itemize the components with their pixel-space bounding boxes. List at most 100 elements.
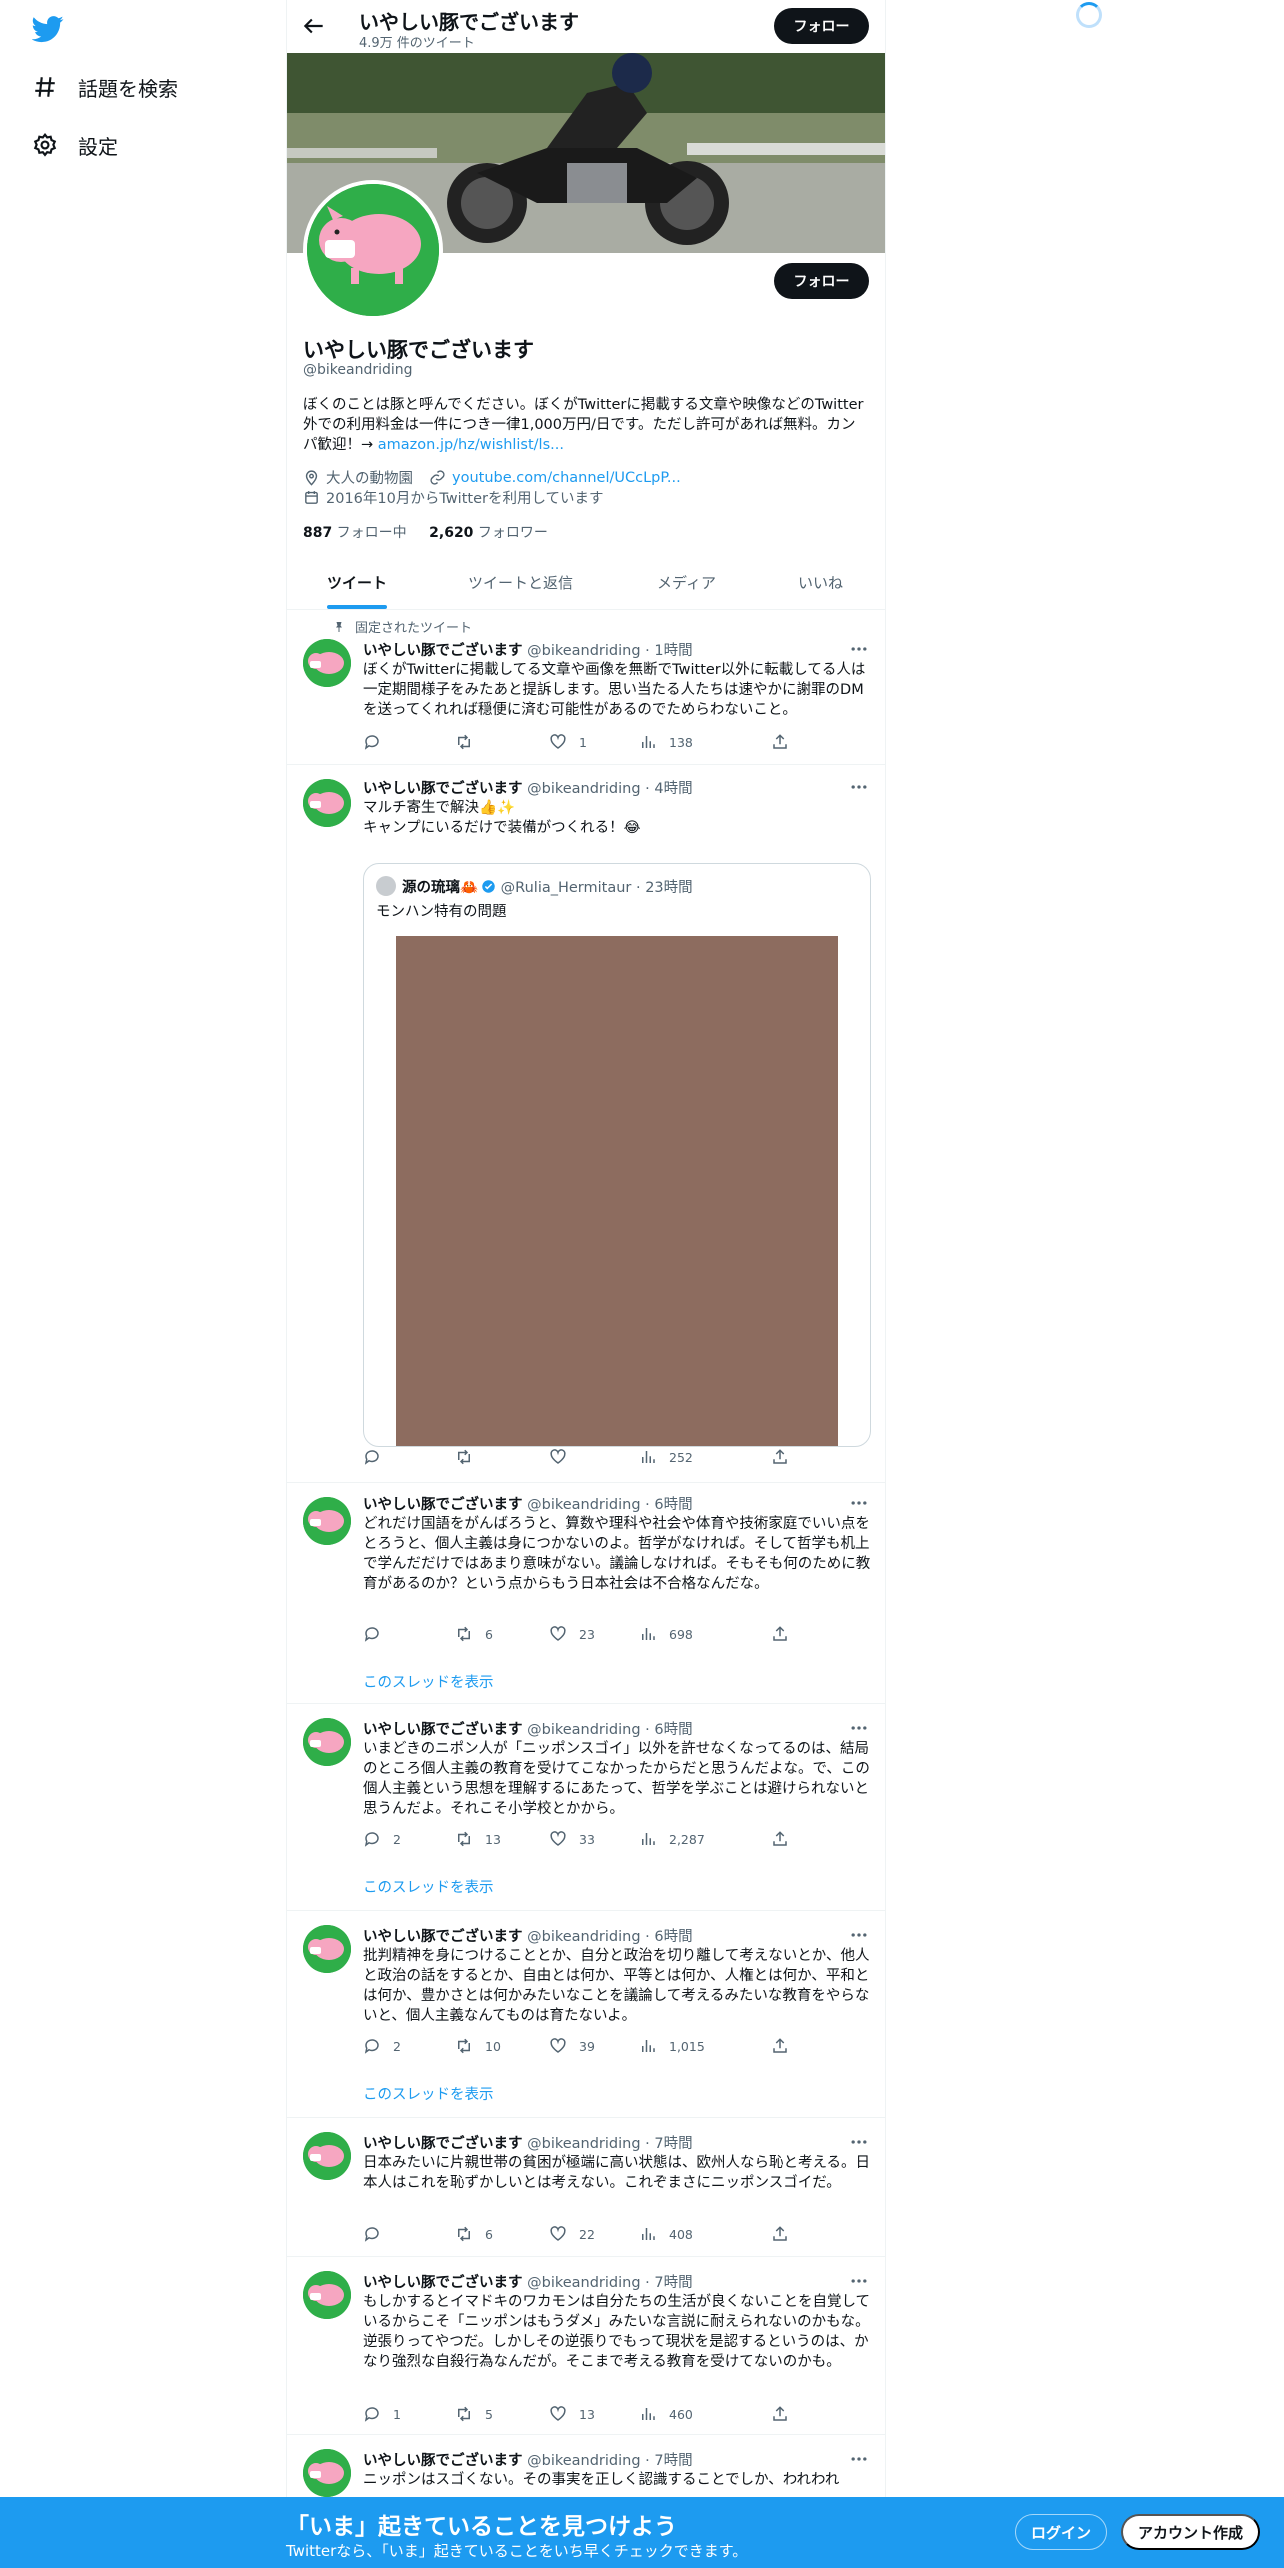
more-options-icon[interactable] xyxy=(849,777,869,797)
retweet-button[interactable] xyxy=(455,733,485,751)
quoted-text: モンハン特有の問題 xyxy=(376,904,507,920)
tweet-item[interactable]: 固定されたツイート いやしい豚でございます @bikeandriding · 1… xyxy=(287,611,885,765)
heart-icon xyxy=(550,734,566,749)
tweet-avatar[interactable] xyxy=(303,1925,351,1973)
tweet-item[interactable]: いやしい豚でございます @bikeandriding · 6時間 いまどきのニポ… xyxy=(287,1704,885,1911)
like-button[interactable] xyxy=(549,1448,579,1466)
views-button[interactable]: 1,015 xyxy=(639,2037,705,2055)
tweet-avatar[interactable] xyxy=(303,1718,351,1766)
like-button[interactable]: 33 xyxy=(549,1830,595,1848)
reply-button[interactable] xyxy=(363,1625,393,1643)
more-options-icon[interactable] xyxy=(849,639,869,659)
more-options-icon[interactable] xyxy=(849,2449,869,2469)
profile-follow-button[interactable]: フォロー xyxy=(774,263,869,299)
share-button[interactable] xyxy=(771,2225,789,2243)
tab-tweets-replies[interactable]: ツイートと返信 xyxy=(468,555,573,610)
like-button[interactable]: 1 xyxy=(549,733,587,751)
more-options-icon[interactable] xyxy=(849,1925,869,1945)
tweet-author-name[interactable]: いやしい豚でございます xyxy=(363,2136,523,2152)
profile-url[interactable]: youtube.com/channel/UCcLpP... xyxy=(452,470,681,486)
tab-tweets[interactable]: ツイート xyxy=(327,555,387,610)
nav-explore[interactable]: 話題を検索 xyxy=(32,67,178,107)
more-options-icon[interactable] xyxy=(849,2132,869,2152)
views-button[interactable]: 408 xyxy=(639,2225,693,2243)
views-button[interactable]: 138 xyxy=(639,733,693,751)
retweet-button[interactable]: 6 xyxy=(455,1625,493,1643)
tweet-text: どれだけ国語をがんばろうと、算数や理科や社会や体育や技術家庭でいい点をとろうと、… xyxy=(363,1516,871,1592)
reply-button[interactable]: 1 xyxy=(363,2405,401,2423)
tweet-avatar[interactable] xyxy=(303,2449,351,2497)
more-options-icon[interactable] xyxy=(849,1493,869,1513)
profile-name: いやしい豚でございます xyxy=(303,338,534,362)
tweet-actions: 6 22 408 xyxy=(363,2225,793,2245)
retweet-button[interactable]: 13 xyxy=(455,1830,501,1848)
retweet-button[interactable] xyxy=(455,1448,485,1466)
signup-button[interactable]: アカウント作成 xyxy=(1121,2514,1260,2550)
share-button[interactable] xyxy=(771,1625,789,1643)
tweet-author-name[interactable]: いやしい豚でございます xyxy=(363,1497,523,1513)
following-count: 887 xyxy=(303,525,333,541)
show-thread-link[interactable]: このスレッドを表示 xyxy=(363,1876,494,1897)
like-button[interactable]: 23 xyxy=(549,1625,595,1643)
tweet-item[interactable]: いやしい豚でございます @bikeandriding · 7時間 日本みたいに片… xyxy=(287,2118,885,2257)
tweet-avatar[interactable] xyxy=(303,779,351,827)
more-options-icon[interactable] xyxy=(849,1718,869,1738)
like-button[interactable]: 39 xyxy=(549,2037,595,2055)
tweet-author-name[interactable]: いやしい豚でございます xyxy=(363,781,523,797)
tweet-item[interactable]: いやしい豚でございます @bikeandriding · 6時間 どれだけ国語を… xyxy=(287,1483,885,1704)
reply-button[interactable]: 2 xyxy=(363,2037,401,2055)
quoted-tweet[interactable]: 源の琉璃🦀 @Rulia_Hermitaur · 23時間 モンハン特有の問題 xyxy=(363,863,871,1447)
tweet-author-name[interactable]: いやしい豚でございます xyxy=(363,1929,523,1945)
tweet-item[interactable]: いやしい豚でございます @bikeandriding · 7時間 ニッポンはスゴ… xyxy=(287,2435,885,2497)
twitter-bird-icon[interactable] xyxy=(32,13,64,45)
share-button[interactable] xyxy=(771,1830,789,1848)
show-thread-link[interactable]: このスレッドを表示 xyxy=(363,1671,494,1692)
tweet-avatar[interactable] xyxy=(303,2271,351,2319)
tweet-author-name[interactable]: いやしい豚でございます xyxy=(363,643,523,659)
tweet-item[interactable]: いやしい豚でございます @bikeandriding · 7時間 もしかするとイ… xyxy=(287,2257,885,2435)
reply-button[interactable] xyxy=(363,733,393,751)
views-button[interactable]: 460 xyxy=(639,2405,693,2423)
views-button[interactable]: 2,287 xyxy=(639,1830,705,1848)
tweet-item[interactable]: いやしい豚でございます @bikeandriding · 6時間 批判精神を身に… xyxy=(287,1911,885,2118)
retweet-button[interactable]: 5 xyxy=(455,2405,493,2423)
reply-button[interactable] xyxy=(363,1448,393,1466)
views-button[interactable]: 698 xyxy=(639,1625,693,1643)
tweet-text: 日本みたいに片親世帯の貧困が極端に高い状態は、欧州人なら恥と考える。日本人はこれ… xyxy=(363,2155,871,2191)
tweet-avatar[interactable] xyxy=(303,2132,351,2180)
following-link[interactable]: 887 フォロー中 xyxy=(303,525,407,541)
tweet-handle-time: @bikeandriding · 6時間 xyxy=(522,1929,693,1945)
tweet-avatar[interactable] xyxy=(303,1497,351,1545)
profile-bio-link[interactable]: amazon.jp/hz/wishlist/ls... xyxy=(378,437,564,453)
header-follow-button[interactable]: フォロー xyxy=(774,8,869,44)
pig-avatar-icon xyxy=(303,639,351,687)
share-button[interactable] xyxy=(771,733,789,751)
more-options-icon[interactable] xyxy=(849,2271,869,2291)
tweet-item[interactable]: いやしい豚でございます @bikeandriding · 4時間 マルチ寄生で解… xyxy=(287,765,885,1483)
tweet-author-name[interactable]: いやしい豚でございます xyxy=(363,2275,523,2291)
nav-settings[interactable]: 設定 xyxy=(32,125,118,165)
tab-media[interactable]: メディア xyxy=(657,555,716,610)
profile-avatar[interactable] xyxy=(303,180,443,320)
reply-button[interactable]: 2 xyxy=(363,1830,401,1848)
retweet-button[interactable]: 6 xyxy=(455,2225,493,2243)
share-button[interactable] xyxy=(771,1448,789,1466)
like-button[interactable]: 13 xyxy=(549,2405,595,2423)
profile-joined: 2016年10月からTwitterを利用しています xyxy=(326,491,604,507)
share-button[interactable] xyxy=(771,2405,789,2423)
quoted-media-image[interactable] xyxy=(396,936,838,1446)
tab-likes[interactable]: いいね xyxy=(798,555,843,610)
share-button[interactable] xyxy=(771,2037,789,2055)
followers-link[interactable]: 2,620 フォロワー xyxy=(429,525,548,541)
tweet-text: もしかするとイマドキのワカモンは自分たちの生活が良くないことを自覚しているからこ… xyxy=(363,2294,871,2370)
tweet-avatar[interactable] xyxy=(303,639,351,687)
back-arrow-icon[interactable] xyxy=(301,13,327,39)
tweet-author-name[interactable]: いやしい豚でございます xyxy=(363,1722,523,1738)
views-button[interactable]: 252 xyxy=(639,1448,693,1466)
show-thread-link[interactable]: このスレッドを表示 xyxy=(363,2083,494,2104)
tweet-author-name[interactable]: いやしい豚でございます xyxy=(363,2453,523,2469)
login-button[interactable]: ログイン xyxy=(1015,2514,1107,2550)
like-button[interactable]: 22 xyxy=(549,2225,595,2243)
retweet-button[interactable]: 10 xyxy=(455,2037,501,2055)
reply-button[interactable] xyxy=(363,2225,393,2243)
